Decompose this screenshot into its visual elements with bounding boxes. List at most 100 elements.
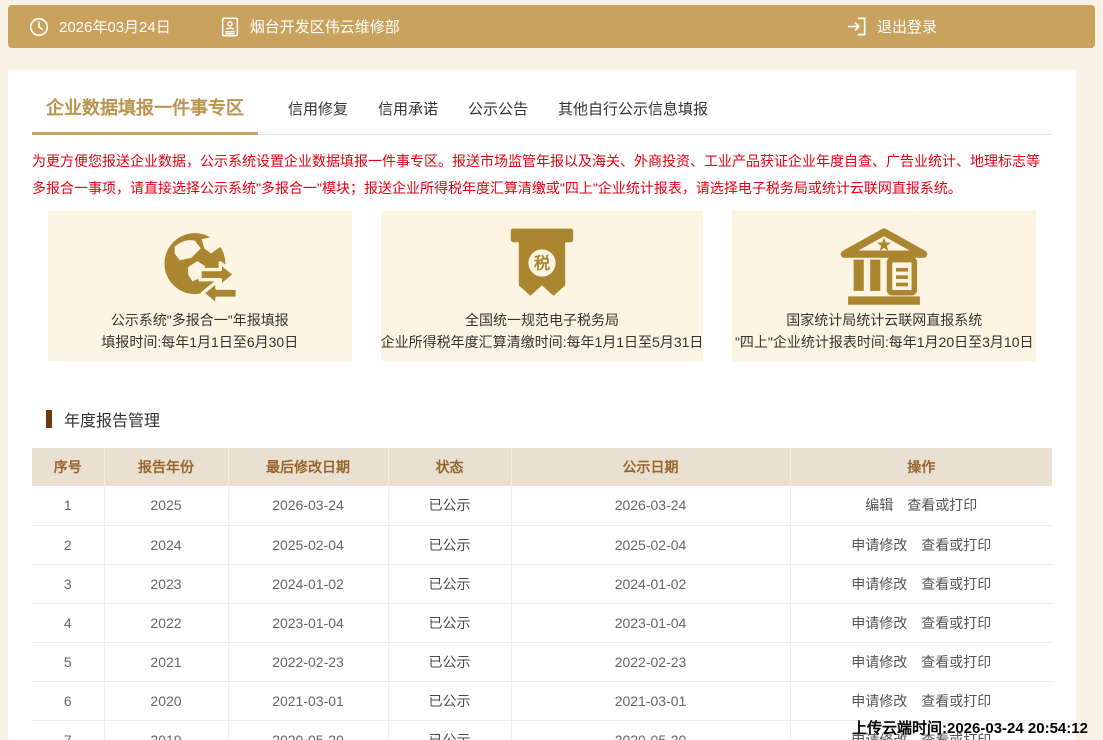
cell-no: 1 [32, 486, 104, 525]
cell-year: 2019 [104, 720, 228, 740]
cell-published: 2021-03-01 [511, 681, 790, 720]
tab-enterprise-data-filing[interactable]: 企业数据填报一件事专区 [32, 88, 258, 135]
notice-text: 为更方便您报送企业数据，公示系统设置企业数据填报一件事专区。报送市场监管年报以及… [32, 148, 1052, 202]
card-annual-report-filing[interactable]: 公示系统"多报合一"年报填报 填报时间:每年1月1日至6月30日 [48, 211, 352, 361]
cell-year: 2023 [104, 564, 228, 603]
card-subtitle: 填报时间:每年1月1日至6月30日 [101, 331, 298, 353]
cell-modified: 2024-01-02 [228, 564, 388, 603]
table-row: 7 2019 2020-05-20 已公示 2020-05-20 申请修改 查看或… [32, 720, 1052, 740]
section-marker [46, 410, 52, 428]
action-view-print-link[interactable]: 查看或打印 [907, 497, 977, 513]
cell-year: 2024 [104, 525, 228, 564]
action-view-print-link[interactable]: 查看或打印 [921, 576, 991, 592]
logout-icon [845, 15, 868, 38]
cell-no: 4 [32, 603, 104, 642]
section-annual-report-management: 年度报告管理 [46, 407, 1052, 431]
cell-no: 6 [32, 681, 104, 720]
card-subtitle: "四上"企业统计报表时间:每年1月20日至3月10日 [735, 331, 1034, 353]
action-request-modify-link[interactable]: 申请修改 [851, 693, 907, 709]
tax-badge-icon: 税 [510, 225, 574, 309]
cell-published: 2020-05-20 [511, 720, 790, 740]
col-header-published: 公示日期 [511, 448, 790, 486]
tab-bar: 企业数据填报一件事专区 信用修复 信用承诺 公示公告 其他自行公示信息填报 [32, 88, 1052, 135]
logout-button[interactable]: 退出登录 [845, 15, 937, 38]
card-title: 国家统计局统计云联网直报系统 [786, 309, 982, 331]
cell-actions: 申请修改 查看或打印 [790, 720, 1052, 740]
col-header-no: 序号 [32, 448, 104, 486]
svg-text:税: 税 [534, 254, 550, 273]
card-title: 公示系统"多报合一"年报填报 [111, 309, 289, 331]
company-name-label: 烟台开发区伟云维修部 [250, 16, 400, 37]
table-row: 4 2022 2023-01-04 已公示 2023-01-04 申请修改查看或… [32, 603, 1052, 642]
cell-actions: 申请修改查看或打印 [790, 642, 1052, 681]
cell-no: 7 [32, 720, 104, 740]
current-date-label: 2026年03月24日 [59, 16, 171, 37]
logout-label: 退出登录 [877, 16, 937, 37]
tab-credit-repair[interactable]: 信用修复 [288, 90, 348, 134]
cell-status: 已公示 [388, 720, 511, 740]
cell-published: 2023-01-04 [511, 603, 790, 642]
tab-credit-commitment[interactable]: 信用承诺 [378, 90, 438, 134]
cell-modified: 2021-03-01 [228, 681, 388, 720]
cell-actions: 编辑查看或打印 [790, 486, 1052, 525]
action-edit-link[interactable]: 编辑 [865, 497, 893, 513]
card-electronic-tax-bureau[interactable]: 税 全国统一规范电子税务局 企业所得税年度汇算清缴时间:每年1月1日至5月31日 [381, 211, 704, 361]
action-request-modify-link[interactable]: 申请修改 [851, 537, 907, 553]
table-row: 5 2021 2022-02-23 已公示 2022-02-23 申请修改查看或… [32, 642, 1052, 681]
cell-modified: 2023-01-04 [228, 603, 388, 642]
table-row: 3 2023 2024-01-02 已公示 2024-01-02 申请修改查看或… [32, 564, 1052, 603]
col-header-actions: 操作 [790, 448, 1052, 486]
table-row: 1 2025 2026-03-24 已公示 2026-03-24 编辑查看或打印 [32, 486, 1052, 525]
col-header-year: 报告年份 [104, 448, 228, 486]
action-view-print-link[interactable]: 查看或打印 [921, 732, 991, 740]
cell-status: 已公示 [388, 525, 511, 564]
cell-status: 已公示 [388, 564, 511, 603]
cell-actions: 申请修改查看或打印 [790, 681, 1052, 720]
table-header-row: 序号 报告年份 最后修改日期 状态 公示日期 操作 [32, 448, 1052, 486]
cell-published: 2025-02-04 [511, 525, 790, 564]
annual-report-table: 序号 报告年份 最后修改日期 状态 公示日期 操作 1 2025 2026-03… [32, 448, 1052, 740]
action-view-print-link[interactable]: 查看或打印 [921, 537, 991, 553]
globe-arrows-icon [156, 225, 244, 309]
card-subtitle: 企业所得税年度汇算清缴时间:每年1月1日至5月31日 [381, 331, 704, 353]
report-table-body: 1 2025 2026-03-24 已公示 2026-03-24 编辑查看或打印… [32, 486, 1052, 740]
action-view-print-link[interactable]: 查看或打印 [921, 654, 991, 670]
id-badge-icon [219, 16, 241, 38]
action-request-modify-link[interactable]: 申请修改 [851, 576, 907, 592]
col-header-status: 状态 [388, 448, 511, 486]
cell-modified: 2020-05-20 [228, 720, 388, 740]
top-bar: 2026年03月24日 烟台开发区伟云维修部 退出登录 [8, 5, 1095, 48]
clock-icon [28, 16, 50, 38]
action-request-modify-link[interactable]: 申请修改 [851, 654, 907, 670]
action-view-print-link[interactable]: 查看或打印 [921, 693, 991, 709]
action-request-modify-link[interactable]: 申请修改 [851, 732, 907, 740]
card-title: 全国统一规范电子税务局 [465, 309, 619, 331]
cell-status: 已公示 [388, 642, 511, 681]
cell-published: 2022-02-23 [511, 642, 790, 681]
cell-modified: 2022-02-23 [228, 642, 388, 681]
cell-no: 3 [32, 564, 104, 603]
tab-public-announcement[interactable]: 公示公告 [468, 90, 528, 134]
action-view-print-link[interactable]: 查看或打印 [921, 615, 991, 631]
date-display: 2026年03月24日 [28, 16, 171, 38]
cell-actions: 申请修改查看或打印 [790, 525, 1052, 564]
col-header-modified: 最后修改日期 [228, 448, 388, 486]
company-display: 烟台开发区伟云维修部 [219, 16, 400, 38]
bank-building-icon [838, 225, 930, 309]
cell-no: 5 [32, 642, 104, 681]
card-statistics-direct-report[interactable]: 国家统计局统计云联网直报系统 "四上"企业统计报表时间:每年1月20日至3月10… [732, 211, 1036, 361]
tab-other-self-disclosure[interactable]: 其他自行公示信息填报 [558, 90, 708, 134]
cell-year: 2021 [104, 642, 228, 681]
cell-status: 已公示 [388, 603, 511, 642]
cell-published: 2026-03-24 [511, 486, 790, 525]
table-row: 2 2024 2025-02-04 已公示 2025-02-04 申请修改查看或… [32, 525, 1052, 564]
cell-published: 2024-01-02 [511, 564, 790, 603]
cell-actions: 申请修改查看或打印 [790, 603, 1052, 642]
action-request-modify-link[interactable]: 申请修改 [851, 615, 907, 631]
cell-modified: 2025-02-04 [228, 525, 388, 564]
cell-actions: 申请修改查看或打印 [790, 564, 1052, 603]
entry-cards: 公示系统"多报合一"年报填报 填报时间:每年1月1日至6月30日 税 全国统一规… [48, 211, 1036, 361]
cell-modified: 2026-03-24 [228, 486, 388, 525]
main-panel: 企业数据填报一件事专区 信用修复 信用承诺 公示公告 其他自行公示信息填报 为更… [8, 70, 1076, 740]
cell-year: 2025 [104, 486, 228, 525]
